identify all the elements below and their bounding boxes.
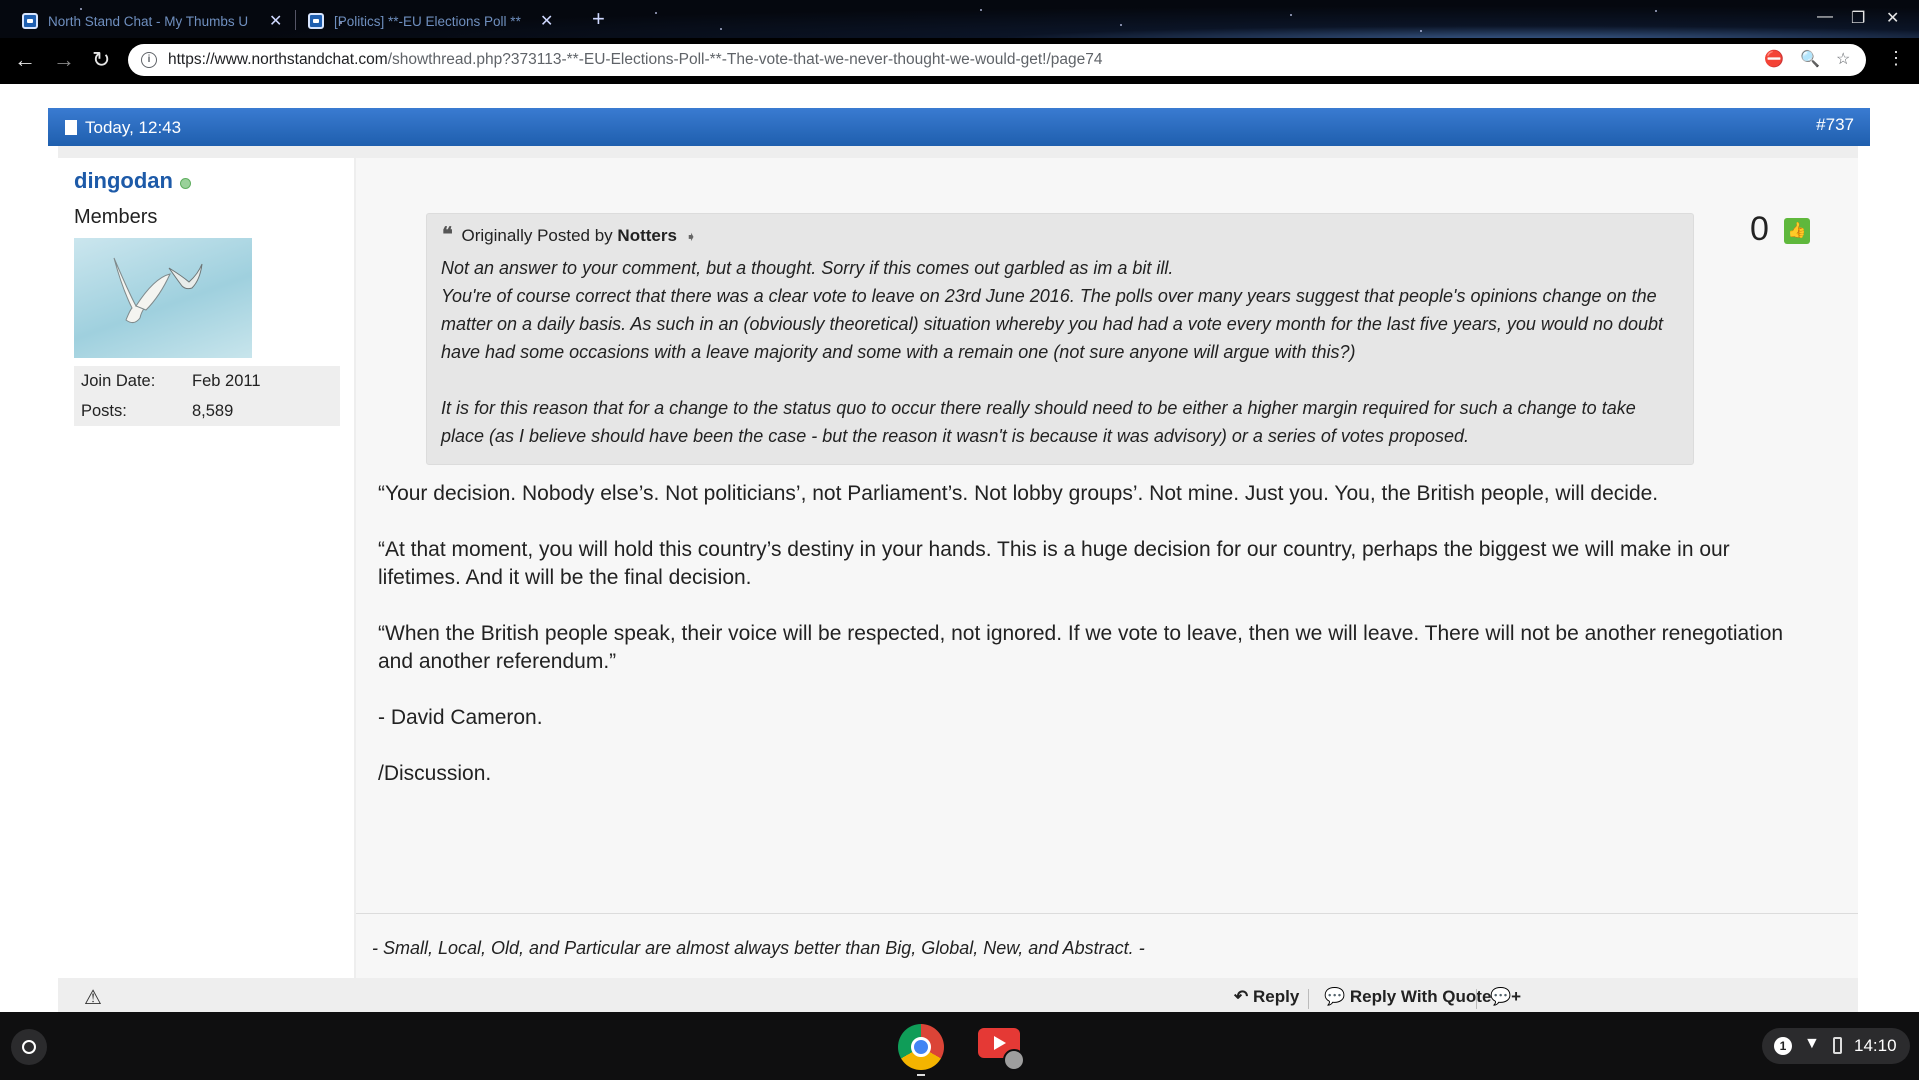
view-post-arrow-icon[interactable]: ➧ [686, 229, 697, 244]
message-paragraph: “At that moment, you will hold this coun… [378, 538, 1730, 589]
launcher-icon[interactable] [11, 1029, 47, 1065]
username-link[interactable]: dingodan [74, 168, 173, 194]
system-tray[interactable]: 1 ▼ 14:10 [1762, 1028, 1910, 1064]
quote-bubble-icon: 💬 [1324, 987, 1346, 1006]
stat-label: Join Date: [81, 372, 156, 390]
seagull-avatar-icon [113, 257, 203, 324]
browser-toolbar: ← → ↻ i https://www.northstandchat.com/s… [0, 38, 1919, 84]
tab-title: North Stand Chat - My Thumbs U [48, 13, 249, 29]
posts-row: Posts: 8,589 [74, 396, 340, 426]
stat-value: 8,589 [192, 402, 234, 420]
quote-text: Not an answer to your comment, but a tho… [441, 254, 1681, 450]
quote-paragraph: Not an answer to your comment, but a tho… [441, 258, 1664, 362]
site-favicon-icon [22, 13, 38, 29]
close-tab-icon[interactable]: ✕ [540, 11, 553, 31]
stat-label: Posts: [81, 402, 127, 420]
message-paragraph: “When the British people speak, their vo… [378, 622, 1784, 673]
message-paragraph: “Your decision. Nobody else’s. Not polit… [378, 482, 1659, 505]
post-header: Today, 12:43 #737 [48, 108, 1870, 146]
quote-marks-icon: ❝ [442, 224, 453, 246]
message-paragraph: - David Cameron. [378, 706, 543, 729]
os-shelf: 1 ▼ 14:10 [0, 1012, 1919, 1080]
post-message: “Your decision. Nobody else’s. Not polit… [378, 480, 1798, 816]
reply-with-quote-label: Reply With Quote [1349, 987, 1492, 1006]
post-number: #737 [1816, 115, 1854, 135]
join-date-row: Join Date: Feb 2011 [74, 366, 340, 396]
page-content: Today, 12:43 #737 dingodan Members Join … [0, 84, 1919, 1012]
new-tab-icon[interactable]: + [592, 6, 605, 32]
avatar[interactable] [74, 238, 252, 358]
wifi-icon: ▼ [1804, 1035, 1820, 1052]
thumbs-up-icon[interactable]: 👍 [1784, 218, 1810, 244]
back-arrow-icon[interactable]: ← [14, 47, 36, 73]
tab-title: [Politics] **-EU Elections Poll ** [334, 13, 521, 29]
reply-button[interactable]: ↶ Reply [1234, 987, 1299, 1007]
notification-count-icon: 1 [1774, 1037, 1792, 1055]
url-path: /showthread.php?373113-**-EU-Elections-P… [387, 51, 1103, 68]
blocked-content-icon[interactable]: ⛔ [1764, 44, 1784, 76]
report-warning-icon[interactable]: ⚠ [84, 985, 102, 1010]
post-content: 0 👍 ❝ Originally Posted by Notters ➧ Not… [356, 158, 1858, 978]
stat-value: Feb 2011 [192, 372, 261, 390]
close-tab-icon[interactable]: ✕ [269, 11, 282, 31]
vote-count: 0 [1750, 210, 1769, 248]
reply-arrow-icon: ↶ [1234, 987, 1249, 1006]
tab-north-stand-chat[interactable]: North Stand Chat - My Thumbs U ✕ [22, 4, 282, 38]
quote-header: ❝ Originally Posted by Notters ➧ [442, 222, 697, 247]
restore-icon[interactable]: ❐ [1851, 8, 1865, 28]
minimize-icon[interactable]: — [1817, 8, 1833, 26]
user-info-panel: dingodan Members Join Date: Feb 2011 Pos… [58, 158, 354, 978]
reload-icon[interactable]: ↻ [92, 47, 110, 73]
quote-paragraph: It is for this reason that for a change … [441, 398, 1636, 446]
multi-quote-icon[interactable]: 💬+ [1490, 987, 1521, 1007]
post-footer: ⚠ ↶ Reply 💬 Reply With Quote 💬+ [58, 979, 1858, 1012]
site-favicon-icon [308, 13, 324, 29]
post-body: dingodan Members Join Date: Feb 2011 Pos… [58, 146, 1858, 991]
online-status-icon [180, 178, 191, 189]
tab-eu-elections-poll[interactable]: [Politics] **-EU Elections Poll ** ✕ [308, 4, 553, 38]
quote-block: ❝ Originally Posted by Notters ➧ Not an … [426, 213, 1694, 465]
battery-icon [1833, 1037, 1842, 1054]
chrome-browser-icon[interactable] [898, 1024, 944, 1070]
bookmark-star-icon[interactable]: ☆ [1836, 44, 1850, 76]
forward-arrow-icon[interactable]: → [53, 47, 75, 73]
message-paragraph: /Discussion. [378, 762, 492, 785]
quote-author: Notters [617, 226, 677, 245]
post-date: Today, 12:43 [85, 118, 182, 137]
reply-with-quote-button[interactable]: 💬 Reply With Quote [1324, 987, 1491, 1007]
app-badge-icon [1003, 1049, 1025, 1071]
url-text: https://www.northstandchat.com/showthrea… [168, 44, 1103, 76]
url-domain: https://www.northstandchat.com [168, 51, 388, 68]
footer-separator [1476, 989, 1477, 1009]
clock: 14:10 [1854, 1036, 1897, 1055]
post-icon [65, 120, 77, 135]
tab-divider [295, 10, 296, 30]
tab-strip: North Stand Chat - My Thumbs U ✕ [Politi… [0, 0, 1919, 38]
zoom-icon[interactable]: 🔍 [1800, 44, 1820, 76]
signature: - Small, Local, Old, and Particular are … [372, 938, 1145, 958]
signature-divider [356, 913, 1858, 914]
browser-menu-icon[interactable]: ⋮ [1887, 48, 1905, 69]
footer-separator [1308, 989, 1309, 1009]
user-title: Members [74, 206, 158, 228]
post-number-link[interactable]: #737 [1816, 115, 1854, 134]
quote-prefix: Originally Posted by [461, 226, 613, 245]
address-bar[interactable]: i https://www.northstandchat.com/showthr… [128, 44, 1866, 76]
reply-label: Reply [1252, 987, 1300, 1006]
running-indicator [917, 1074, 925, 1076]
close-window-icon[interactable]: ✕ [1886, 8, 1899, 28]
site-info-icon[interactable]: i [141, 52, 157, 68]
